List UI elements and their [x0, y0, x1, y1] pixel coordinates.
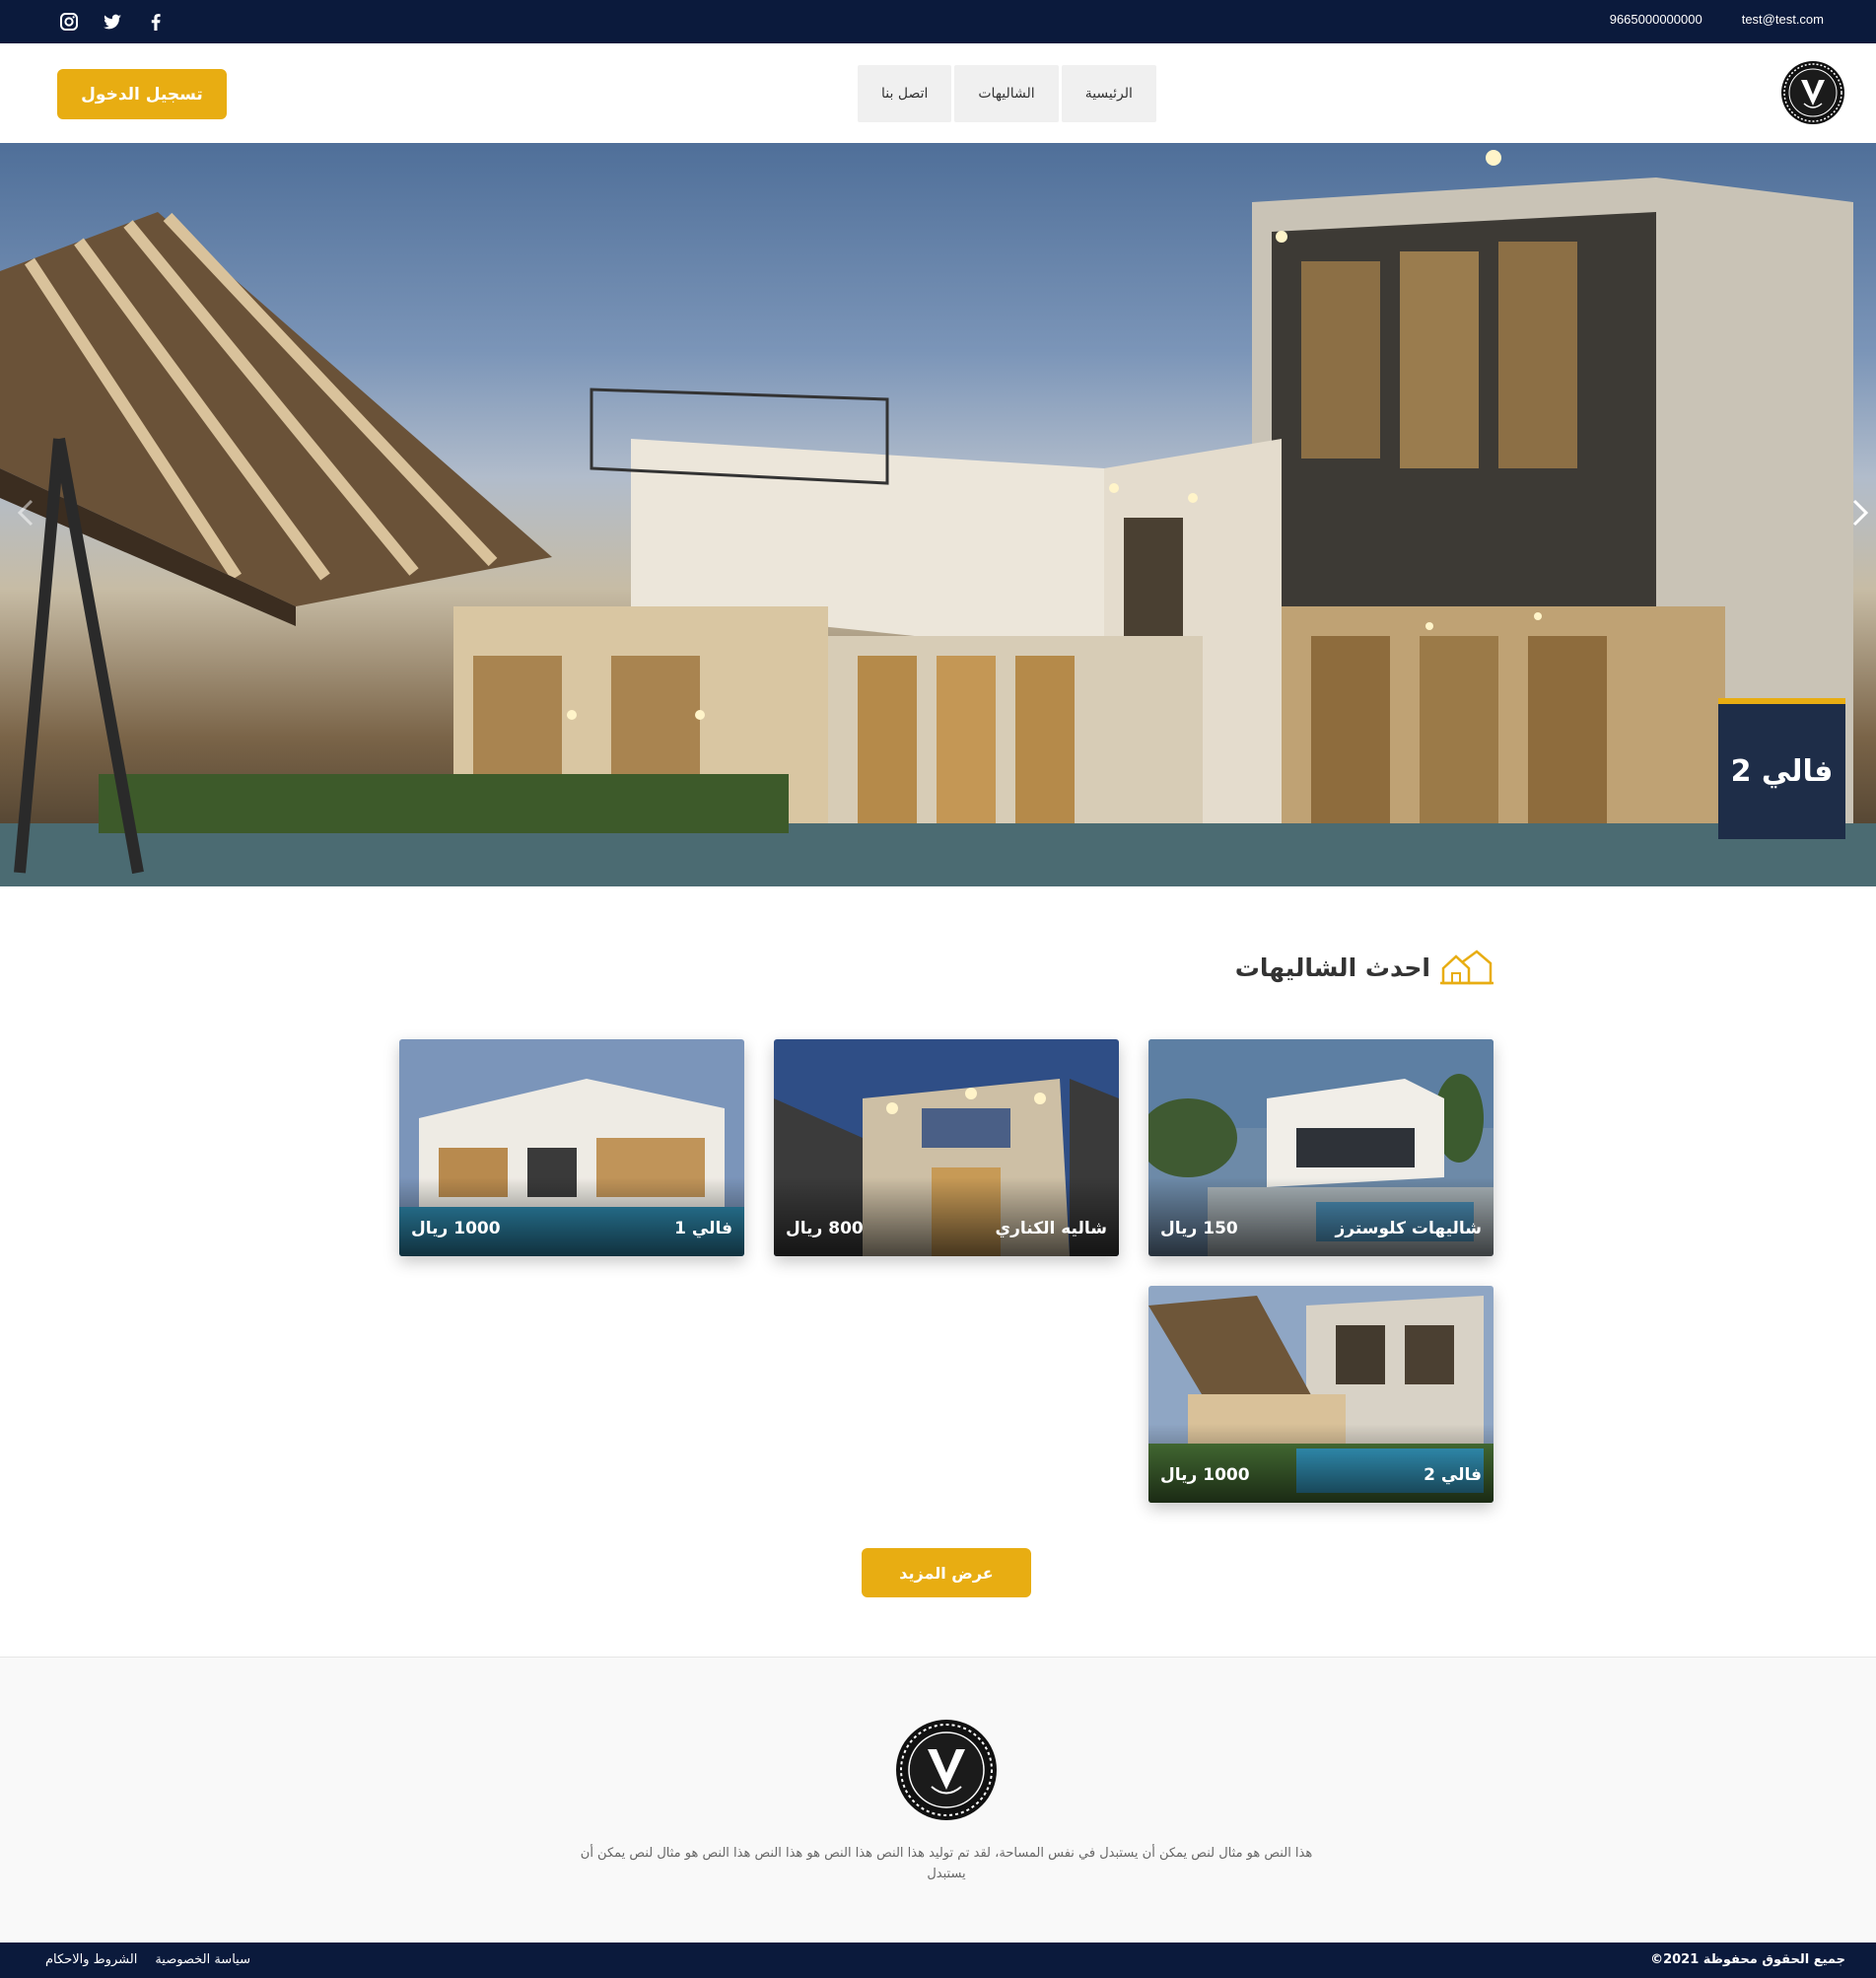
slider-next-button[interactable]	[1844, 493, 1874, 532]
phone-number[interactable]: 9665000000000	[1610, 12, 1702, 27]
bottom-bar: جميع الحقوق محفوظة 2021© سياسة الخصوصية …	[0, 1943, 1876, 1978]
card-shade	[774, 1177, 1119, 1256]
top-bar: 9665000000000 test@test.com	[0, 0, 1876, 43]
twitter-icon[interactable]	[101, 10, 124, 34]
chalet-card[interactable]: فالي 1 1000 ريال	[399, 1039, 744, 1256]
chalet-price: 150 ريال	[1160, 1219, 1238, 1238]
main-nav: الرئيسية الشاليهات اتصل بنا	[855, 65, 1156, 122]
nav-item-chalets[interactable]: الشاليهات	[954, 65, 1059, 122]
email-address[interactable]: test@test.com	[1742, 12, 1824, 27]
hero-image	[0, 150, 1876, 886]
instagram-icon[interactable]	[57, 10, 81, 34]
section-heading: احدث الشاليهات	[1235, 949, 1494, 986]
facebook-icon[interactable]	[144, 10, 168, 34]
chalet-name: شاليه الكناري	[995, 1219, 1107, 1238]
footer-description: هذا النص هو مثال لنص يمكن أن يستبدل في ن…	[580, 1846, 1313, 1881]
login-button[interactable]: تسجيل الدخول	[57, 69, 227, 119]
site-footer: هذا النص هو مثال لنص يمكن أن يستبدل في ن…	[0, 1657, 1876, 1943]
chalet-card[interactable]: فالي 2 1000 ريال	[1148, 1286, 1494, 1503]
v-logo-icon[interactable]	[1780, 60, 1845, 125]
hero-slider: فالي 2	[0, 143, 1876, 886]
houses-icon	[1440, 949, 1494, 986]
chalet-card[interactable]: شاليهات كلوسترز 150 ريال	[1148, 1039, 1494, 1256]
privacy-policy-link[interactable]: سياسة الخصوصية	[155, 1952, 250, 1967]
chalet-card[interactable]: شاليه الكناري 800 ريال	[774, 1039, 1119, 1256]
slider-prev-button[interactable]	[12, 493, 41, 532]
section-title: احدث الشاليهات	[1234, 953, 1430, 982]
show-more-button[interactable]: عرض المزيد	[862, 1548, 1031, 1597]
card-shade	[1148, 1177, 1494, 1256]
chalet-name: شاليهات كلوسترز	[1335, 1219, 1482, 1238]
chevron-right-icon	[1852, 499, 1869, 527]
nav-item-home[interactable]: الرئيسية	[1061, 65, 1156, 122]
social-links	[57, 10, 168, 34]
v-logo-icon	[895, 1719, 998, 1821]
contact-info: 9665000000000 test@test.com	[1610, 12, 1824, 27]
site-header: تسجيل الدخول الرئيسية الشاليهات اتصل بنا	[0, 43, 1876, 143]
nav-item-contact[interactable]: اتصل بنا	[858, 65, 952, 122]
chalet-name: فالي 2	[1424, 1465, 1482, 1485]
hero-caption: فالي 2	[1718, 698, 1845, 839]
card-shade	[399, 1177, 744, 1256]
footer-links: سياسة الخصوصية الشروط والاحكام	[45, 1952, 250, 1967]
chevron-left-icon	[17, 499, 34, 527]
card-shade	[1148, 1424, 1494, 1503]
chalet-price: 1000 ريال	[411, 1219, 501, 1238]
chalet-price: 1000 ريال	[1160, 1465, 1250, 1485]
copyright-text: جميع الحقوق محفوظة 2021©	[1650, 1952, 1845, 1967]
chalet-price: 800 ريال	[786, 1219, 864, 1238]
chalet-name: فالي 1	[674, 1219, 732, 1238]
terms-link[interactable]: الشروط والاحكام	[45, 1952, 137, 1967]
